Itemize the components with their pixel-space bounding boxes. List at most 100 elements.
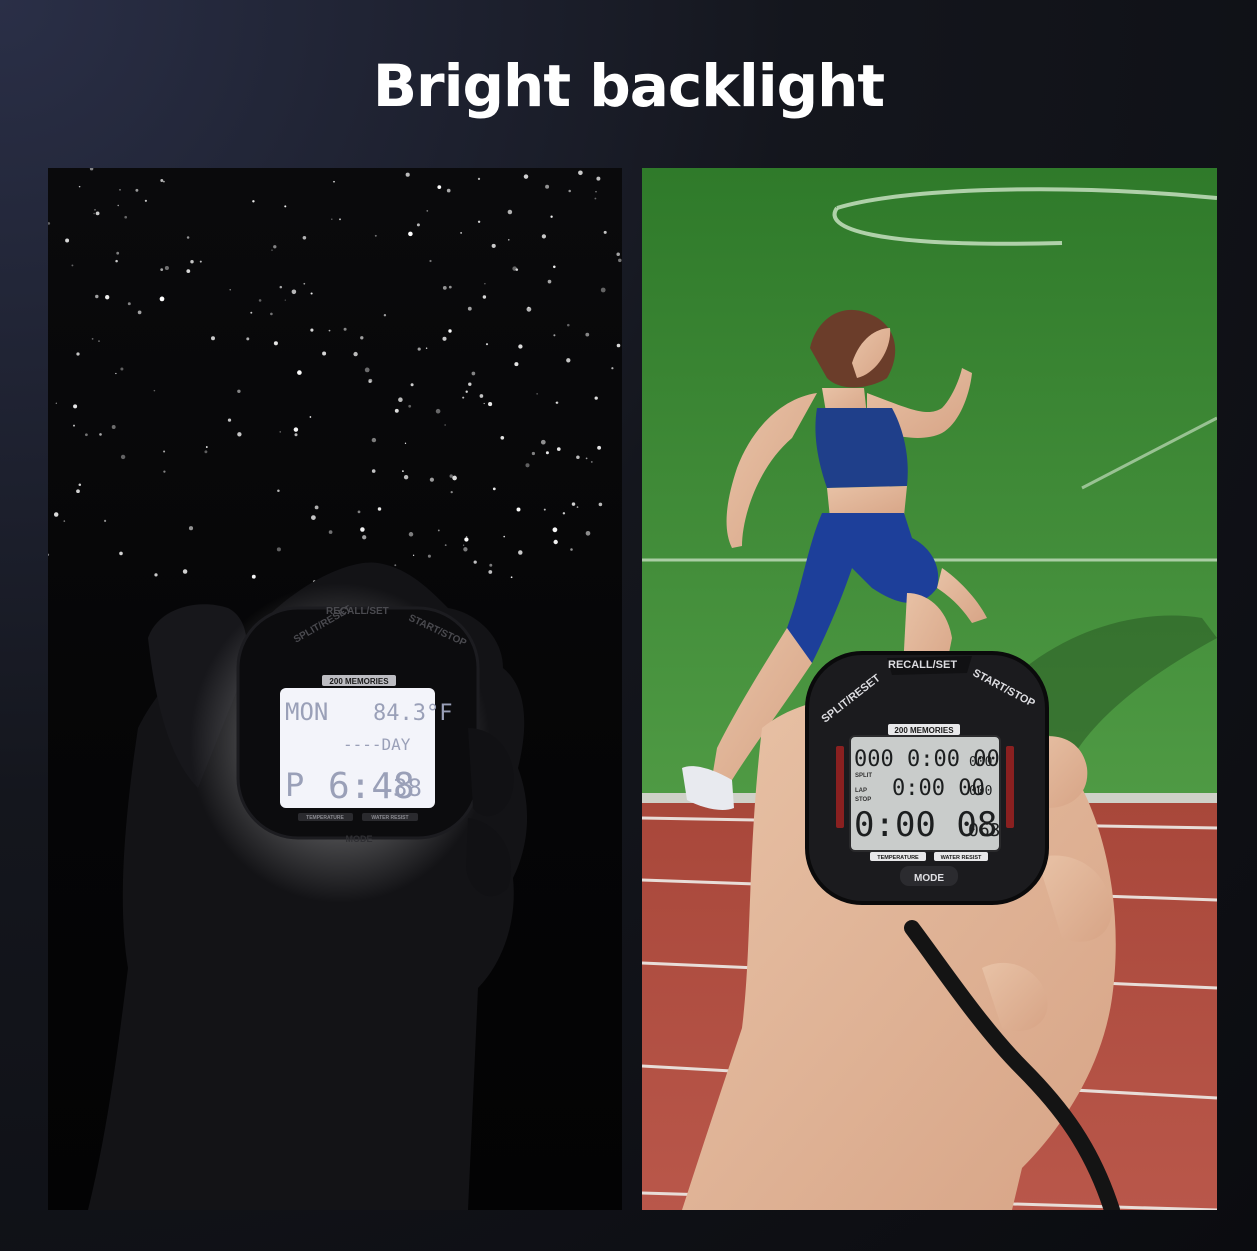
star [394,564,397,567]
star [462,396,465,399]
star [314,505,319,510]
right-mode-label: MODE [914,873,944,884]
star [576,455,580,459]
star [116,251,120,255]
star [562,512,566,515]
star [403,475,409,480]
star [531,451,536,456]
star [279,285,283,289]
star [597,445,602,450]
star [507,209,513,215]
star [426,209,429,212]
star [471,371,476,376]
right-water-resist-label: WATER RESIST [941,855,982,861]
star [540,439,546,445]
star [518,344,523,349]
star [303,282,306,285]
track-scene: RECALL/SET SPLIT/RESET START/STOP 200 ME… [642,168,1217,1210]
right-red-trim [836,746,844,828]
star [331,218,333,220]
star [127,302,131,306]
star [404,442,407,444]
star [159,296,165,302]
star [94,209,96,211]
star [76,352,80,356]
star [488,570,493,574]
star [353,351,358,357]
star [603,230,607,234]
star [163,450,166,453]
left-mode-label: MODE [346,834,373,844]
star [105,295,110,300]
star [190,259,194,264]
star [516,507,521,512]
right-lcd-lap-label: LAP [855,788,867,794]
star [98,340,100,342]
star [402,470,404,472]
left-lcd-am-pm: P [285,766,304,804]
star [550,215,553,218]
star [503,535,506,538]
right-recall-set-label: RECALL/SET [888,659,957,671]
star [229,289,231,291]
star [567,323,570,327]
star [508,239,510,241]
star [95,211,100,216]
star [284,299,286,301]
star [357,510,361,514]
star [237,432,242,437]
left-lcd-day-label: ----DAY [343,735,411,754]
star [120,454,126,460]
star [115,372,117,375]
star [258,299,262,302]
star [555,401,558,404]
star [473,560,477,564]
star [368,378,373,383]
star [435,408,441,414]
star [328,530,333,534]
star [545,184,550,189]
runner-top [815,408,908,488]
star [618,258,622,263]
star [412,554,415,556]
star [377,507,382,511]
star [465,535,468,538]
star [153,389,156,392]
star [333,180,335,183]
star [53,512,59,517]
star [65,238,70,243]
track-photo-panel: RECALL/SET SPLIT/RESET START/STOP 200 ME… [642,168,1217,1210]
star [452,475,457,481]
star [394,408,399,413]
star [71,264,74,267]
star [55,402,57,404]
star [246,337,250,341]
star [76,489,80,494]
star [570,548,573,551]
star [291,289,297,295]
star [293,427,299,432]
left-temperature-label: TEMPERATURE [306,815,344,821]
right-lcd-row1-small: 000 [969,755,992,770]
star [488,402,493,407]
star [279,431,281,433]
star [510,576,513,579]
left-lcd-temp: 84.3°F [373,701,452,726]
star [186,269,191,273]
star [444,424,446,426]
star [163,180,165,183]
star [585,457,588,460]
star [514,362,519,367]
star [492,487,496,491]
left-recall-set-label: RECALL/SET [326,606,389,617]
star [578,170,583,176]
star [78,185,81,188]
star [429,477,434,482]
star [594,396,598,400]
star [119,551,123,556]
star [448,285,452,289]
star [477,220,481,223]
star [117,204,119,207]
star [310,328,314,332]
star [284,205,287,208]
